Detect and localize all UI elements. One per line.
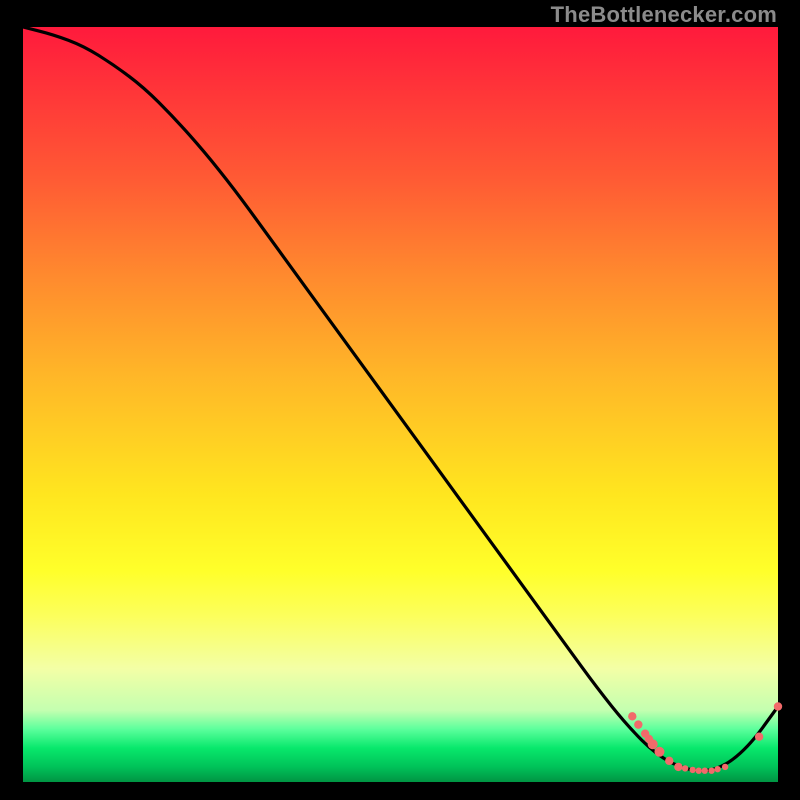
data-marker [714, 766, 720, 772]
data-marker [654, 747, 664, 757]
curve-path [23, 27, 778, 771]
attribution-text: TheBottlenecker.com [551, 2, 777, 28]
data-marker [696, 767, 702, 773]
data-marker [648, 739, 658, 749]
data-marker [634, 720, 642, 728]
data-marker [708, 767, 714, 773]
chart-stage: TheBottlenecker.com [0, 0, 800, 800]
data-marker [674, 763, 682, 771]
data-marker [722, 764, 728, 770]
data-marker [628, 712, 636, 720]
data-marker [702, 767, 708, 773]
bottleneck-curve [0, 0, 800, 800]
data-marker [682, 765, 688, 771]
data-marker [774, 702, 782, 710]
data-marker [689, 767, 695, 773]
data-marker [755, 733, 763, 741]
data-marker [665, 757, 673, 765]
